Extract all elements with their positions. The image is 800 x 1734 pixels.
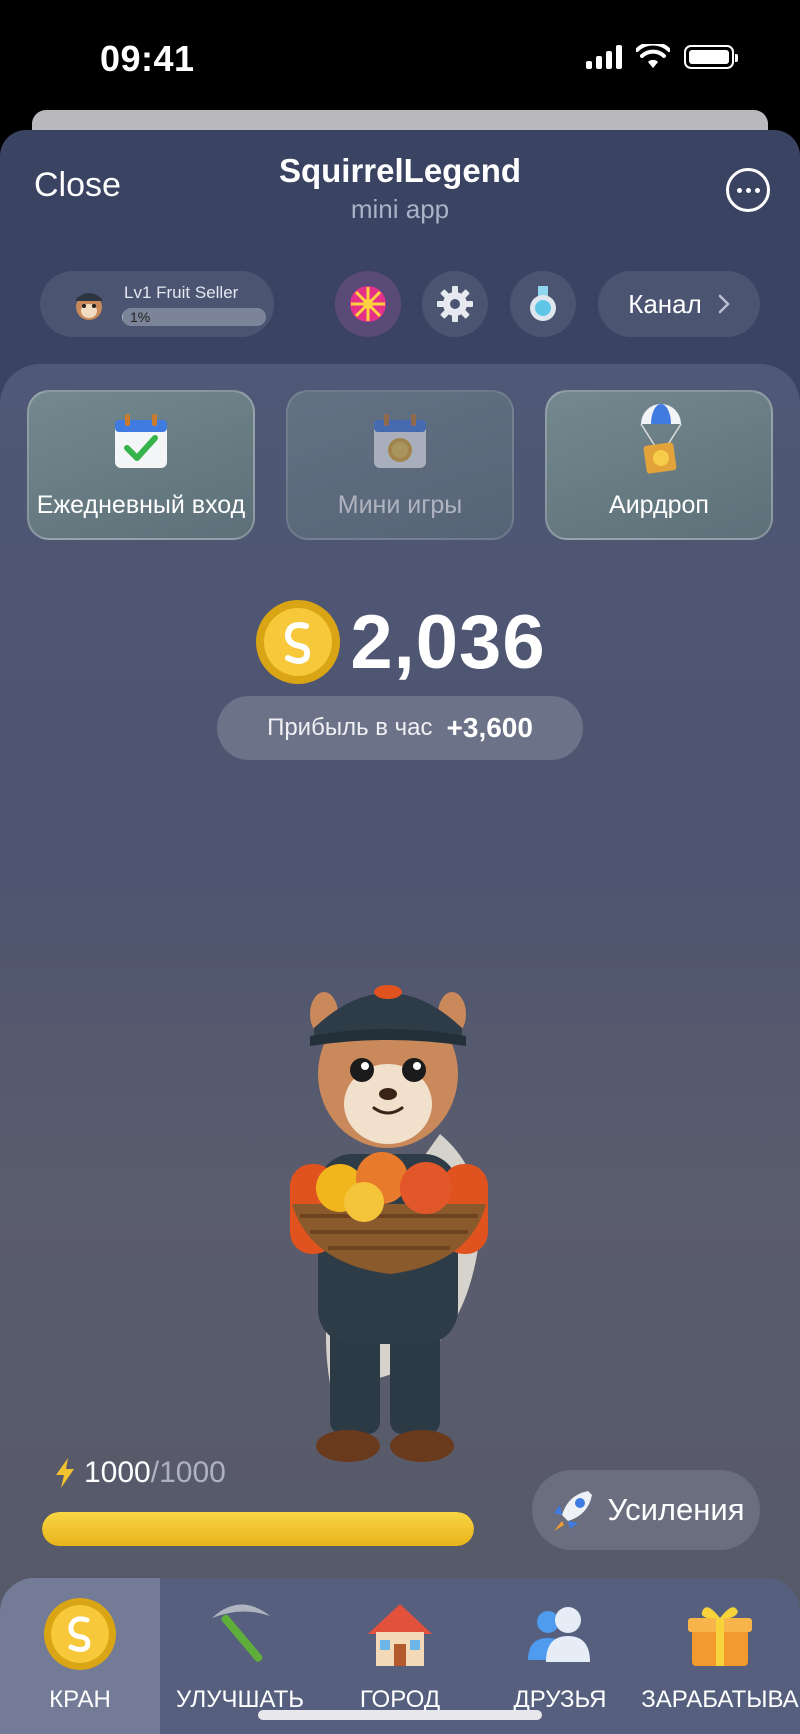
- daily-login-card[interactable]: Ежедневный вход: [27, 390, 255, 540]
- app-subtitle: mini app: [350, 194, 450, 224]
- chevron-right-icon: [718, 294, 730, 314]
- status-bar: 09:41: [0, 0, 800, 110]
- achievements-button[interactable]: [510, 271, 576, 337]
- squirrel-character[interactable]: [270, 964, 530, 1484]
- coin-icon: [256, 600, 341, 684]
- settings-button[interactable]: [422, 271, 488, 337]
- calendar-coin-icon: [374, 414, 426, 468]
- level-title: Lv1 Fruit Seller: [124, 283, 239, 302]
- energy-current: 1000: [84, 1456, 151, 1489]
- energy-max: /1000: [150, 1456, 226, 1489]
- friends-icon: [528, 1607, 590, 1662]
- nav-faucet-label: КРАН: [49, 1686, 111, 1713]
- boosts-button[interactable]: Усиления: [532, 1470, 760, 1550]
- airdrop-card[interactable]: Аирдроп: [545, 390, 773, 540]
- app-header: Close SquirrelLegend mini app: [0, 130, 800, 240]
- balance-value: 2,036: [350, 599, 546, 685]
- status-time: 09:41: [100, 38, 195, 79]
- wifi-icon: [636, 44, 670, 68]
- boosts-label: Усиления: [607, 1492, 745, 1527]
- profit-value: +3,600: [446, 712, 533, 743]
- channel-button-label: Канал: [628, 288, 702, 319]
- mini-app-sheet: Close SquirrelLegend mini app Lv1 Fruit …: [0, 130, 800, 1734]
- mini-games-card[interactable]: Мини игры: [286, 390, 514, 540]
- energy-bar-fill: [42, 1512, 474, 1546]
- fortune-wheel-icon: [350, 286, 386, 322]
- app-title: SquirrelLegend: [278, 152, 522, 189]
- level-progress-fill: [122, 308, 124, 326]
- energy-bar: [42, 1512, 474, 1546]
- battery-icon: [684, 45, 738, 69]
- cellular-signal-icon: [586, 45, 622, 69]
- main-panel: Ежедневный вход Мини игры Аирдроп 2,036 …: [0, 364, 800, 1734]
- pickaxe-icon: [212, 1604, 270, 1662]
- lightning-icon: [56, 1458, 74, 1488]
- profile-level-pill[interactable]: Lv1 Fruit Seller 1%: [40, 271, 274, 337]
- parachute-box-icon: [640, 404, 682, 474]
- house-icon: [368, 1604, 432, 1666]
- coin-balance: 2,036: [0, 594, 800, 690]
- more-options-button[interactable]: [726, 168, 770, 212]
- squirrel-avatar: [76, 293, 102, 320]
- airdrop-label: Аирдроп: [609, 491, 709, 519]
- rocket-icon: [553, 1491, 592, 1531]
- channel-button[interactable]: Канал: [598, 271, 760, 337]
- calendar-check-icon: [115, 414, 167, 468]
- nav-earn-label: ЗАРАБАТЫВА: [641, 1686, 799, 1713]
- energy-counter: 1000/1000: [54, 1456, 226, 1490]
- profit-per-hour: Прибыль в час +3,600: [217, 696, 583, 760]
- daily-login-label: Ежедневный вход: [36, 491, 246, 519]
- level-progress-bar: 1%: [122, 308, 266, 326]
- coin-icon: [44, 1598, 116, 1670]
- gift-icon: [688, 1607, 752, 1666]
- mini-games-label: Мини игры: [337, 491, 463, 519]
- medal-icon: [530, 286, 556, 321]
- home-indicator: [258, 1710, 542, 1720]
- gear-icon: [437, 286, 473, 322]
- profit-label: Прибыль в час: [267, 714, 433, 741]
- nav-faucet[interactable]: КРАН: [0, 1578, 160, 1734]
- level-progress-text: 1%: [130, 309, 151, 325]
- status-icons: [586, 44, 738, 70]
- nav-earn[interactable]: ЗАРАБАТЫВА: [640, 1578, 800, 1734]
- fortune-wheel-button[interactable]: [335, 271, 401, 337]
